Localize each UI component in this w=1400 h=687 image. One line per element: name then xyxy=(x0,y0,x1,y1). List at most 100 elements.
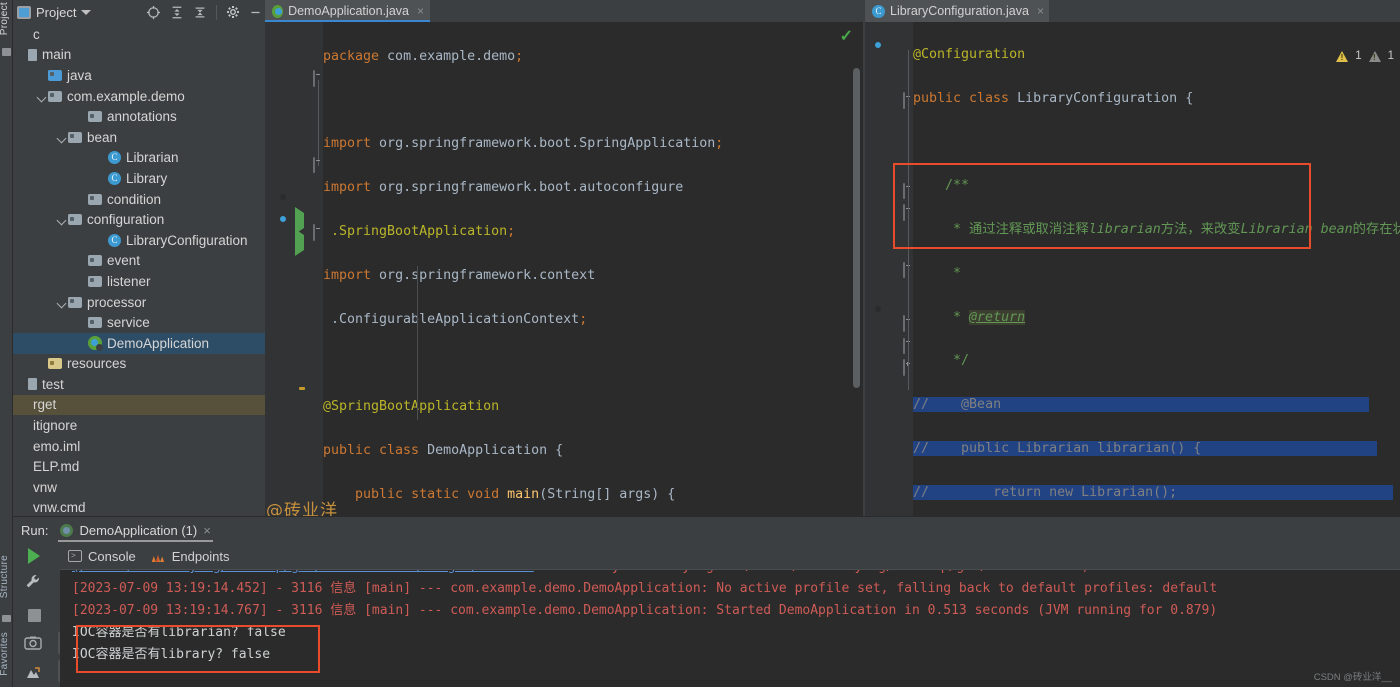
inspection-warning-badges[interactable]: 1 1 xyxy=(1336,50,1394,62)
tree-item-processor[interactable]: processor xyxy=(13,292,265,313)
fold-javadoc-icon[interactable] xyxy=(903,92,905,109)
fold-comment-end-icon[interactable] xyxy=(903,262,905,278)
left-tool-rail: Project Structure Favorites xyxy=(0,0,13,687)
tree-item-rget[interactable]: rget xyxy=(13,394,265,416)
project-panel-title: Project xyxy=(36,4,77,20)
tree-item-elp-md[interactable]: ELP.md xyxy=(13,456,265,477)
fold-bean-end-icon[interactable] xyxy=(903,338,905,354)
console-output[interactable]: (/Users/liuchenyang/Desktop/git/demotest… xyxy=(60,570,1400,687)
fold-import-icon[interactable] xyxy=(313,70,315,87)
rail-button-favorites[interactable]: Favorites xyxy=(0,632,14,676)
folder-icon xyxy=(68,131,82,143)
tree-item-label: emo.iml xyxy=(33,438,81,454)
tree-item-c[interactable]: c xyxy=(13,24,265,45)
fold-method-icon[interactable] xyxy=(313,224,315,241)
tree-item-condition[interactable]: condition xyxy=(13,189,265,210)
project-title-group[interactable]: Project xyxy=(13,4,92,20)
chevron-down-icon[interactable] xyxy=(57,297,68,308)
chevron-down-icon[interactable] xyxy=(57,132,68,143)
tree-item-emo-iml[interactable]: emo.iml xyxy=(13,436,265,457)
tree-item-label: c xyxy=(33,26,40,42)
tree-item-label: bean xyxy=(87,129,118,145)
close-icon[interactable]: × xyxy=(417,4,424,18)
tree-item-librarian[interactable]: C Librarian xyxy=(13,148,265,169)
tree-arrow-spacer xyxy=(77,255,88,266)
expand-all-icon[interactable] xyxy=(170,5,184,20)
editor-gutter-left[interactable] xyxy=(265,22,323,516)
console-line: [2023-07-09 13:19:14.767] - 3116 信息 [mai… xyxy=(72,600,1400,622)
camera-icon[interactable] xyxy=(24,635,46,657)
settings-gear-icon[interactable] xyxy=(226,5,240,19)
editor-gutter-right[interactable] xyxy=(865,22,913,516)
tree-item-main[interactable]: main xyxy=(13,45,265,66)
console-link[interactable]: (/Users/liuchenyang/Desktop/git/demotest… xyxy=(72,570,534,574)
tree-item-vnw[interactable]: vnw xyxy=(13,477,265,498)
tree-item-service[interactable]: service xyxy=(13,312,265,333)
close-icon[interactable]: × xyxy=(203,523,211,538)
tab-demoapplication[interactable]: DemoApplication.java × xyxy=(265,0,430,22)
warning-triangle-gray-icon xyxy=(1368,50,1381,62)
subtab-console[interactable]: > Console xyxy=(68,549,136,564)
run-arrow-icon[interactable] xyxy=(295,207,304,234)
tree-item-test[interactable]: test xyxy=(13,374,265,395)
subtab-endpoints[interactable]: Endpoints xyxy=(152,549,230,564)
tree-item-listener[interactable]: listener xyxy=(13,271,265,292)
subtab-label: Console xyxy=(88,548,136,564)
tree-arrow-spacer xyxy=(17,461,28,472)
coverage-icon[interactable] xyxy=(24,665,46,687)
chevron-down-icon[interactable] xyxy=(37,91,48,102)
tree-item-vnw-cmd[interactable]: vnw.cmd xyxy=(13,498,265,516)
tree-item-configuration[interactable]: configuration xyxy=(13,209,265,230)
tree-item-resources[interactable]: resources xyxy=(13,354,265,375)
tree-arrow-spacer xyxy=(97,152,108,163)
fold-comment-icon[interactable] xyxy=(903,204,905,221)
fold-method-expand-icon[interactable] xyxy=(903,359,905,376)
tab-libraryconfiguration[interactable]: C LibraryConfiguration.java × xyxy=(865,0,1049,22)
run-config-tab[interactable]: DemoApplication (1) × xyxy=(54,517,216,543)
run-method-arrow-icon[interactable] xyxy=(295,229,304,256)
tree-item-event[interactable]: event xyxy=(13,251,265,272)
tree-item-label: service xyxy=(107,315,150,331)
console-line: IOC容器是否有library? false xyxy=(72,644,1400,666)
tree-item-demoapplication[interactable]: DemoApplication xyxy=(13,332,265,354)
project-file-tree[interactable]: c main java com.example.demo annotations bean… xyxy=(13,24,265,516)
tree-item-annotations[interactable]: annotations xyxy=(13,106,265,127)
tree-arrow-spacer xyxy=(17,482,28,493)
spring-run-config-icon xyxy=(60,523,74,537)
editor-pane-demoapplication[interactable]: package com.example.demo; import org.spr… xyxy=(265,22,863,516)
collapse-all-icon[interactable] xyxy=(193,5,207,20)
stop-icon[interactable] xyxy=(24,605,46,627)
chevron-down-icon[interactable] xyxy=(57,214,68,225)
rail-button-structure[interactable]: Structure xyxy=(0,555,14,598)
editor-pane-libraryconfiguration[interactable]: @Configuration public class LibraryConfi… xyxy=(865,22,1400,516)
rail-button-project[interactable]: Project xyxy=(0,2,14,35)
code-content-libraryconfiguration[interactable]: @Configuration public class LibraryConfi… xyxy=(913,22,1400,516)
fold-bean-icon[interactable] xyxy=(903,315,905,332)
tree-item-library[interactable]: C Library xyxy=(13,168,265,189)
project-icon xyxy=(17,5,31,19)
tree-item-label: itignore xyxy=(33,418,78,434)
tree-item-bean[interactable]: bean xyxy=(13,127,265,148)
editor-scrollbar-left[interactable] xyxy=(853,68,860,388)
tree-item-libraryconfiguration[interactable]: C LibraryConfiguration xyxy=(13,230,265,251)
rerun-run-icon[interactable] xyxy=(24,545,46,567)
fold-javadoc-end-icon[interactable] xyxy=(903,183,905,199)
run-window-header: Run: DemoApplication (1) × xyxy=(13,517,217,543)
inspection-ok-checkmark[interactable]: ✓ xyxy=(840,26,853,46)
tree-item-label: ELP.md xyxy=(33,459,80,475)
tree-item-java[interactable]: java xyxy=(13,65,265,86)
close-icon[interactable]: × xyxy=(1037,4,1044,18)
tree-arrow-spacer xyxy=(77,276,88,287)
tree-item-com-example-demo[interactable]: com.example.demo xyxy=(13,86,265,107)
folder-icon xyxy=(88,317,102,329)
code-content-demoapplication[interactable]: package com.example.demo; import org.spr… xyxy=(323,22,863,516)
minimize-icon[interactable] xyxy=(249,6,262,19)
chevron-down-icon[interactable] xyxy=(81,9,92,15)
fold-import-end-icon[interactable] xyxy=(313,157,315,173)
locate-icon[interactable] xyxy=(146,5,161,20)
wrench-settings-icon[interactable] xyxy=(24,573,46,595)
tree-arrow-spacer xyxy=(77,338,88,349)
tree-item-itignore[interactable]: itignore xyxy=(13,415,265,436)
console-text: started by liuchenyang in /Users/liuchen… xyxy=(534,570,1090,574)
folder-icon xyxy=(88,275,102,287)
